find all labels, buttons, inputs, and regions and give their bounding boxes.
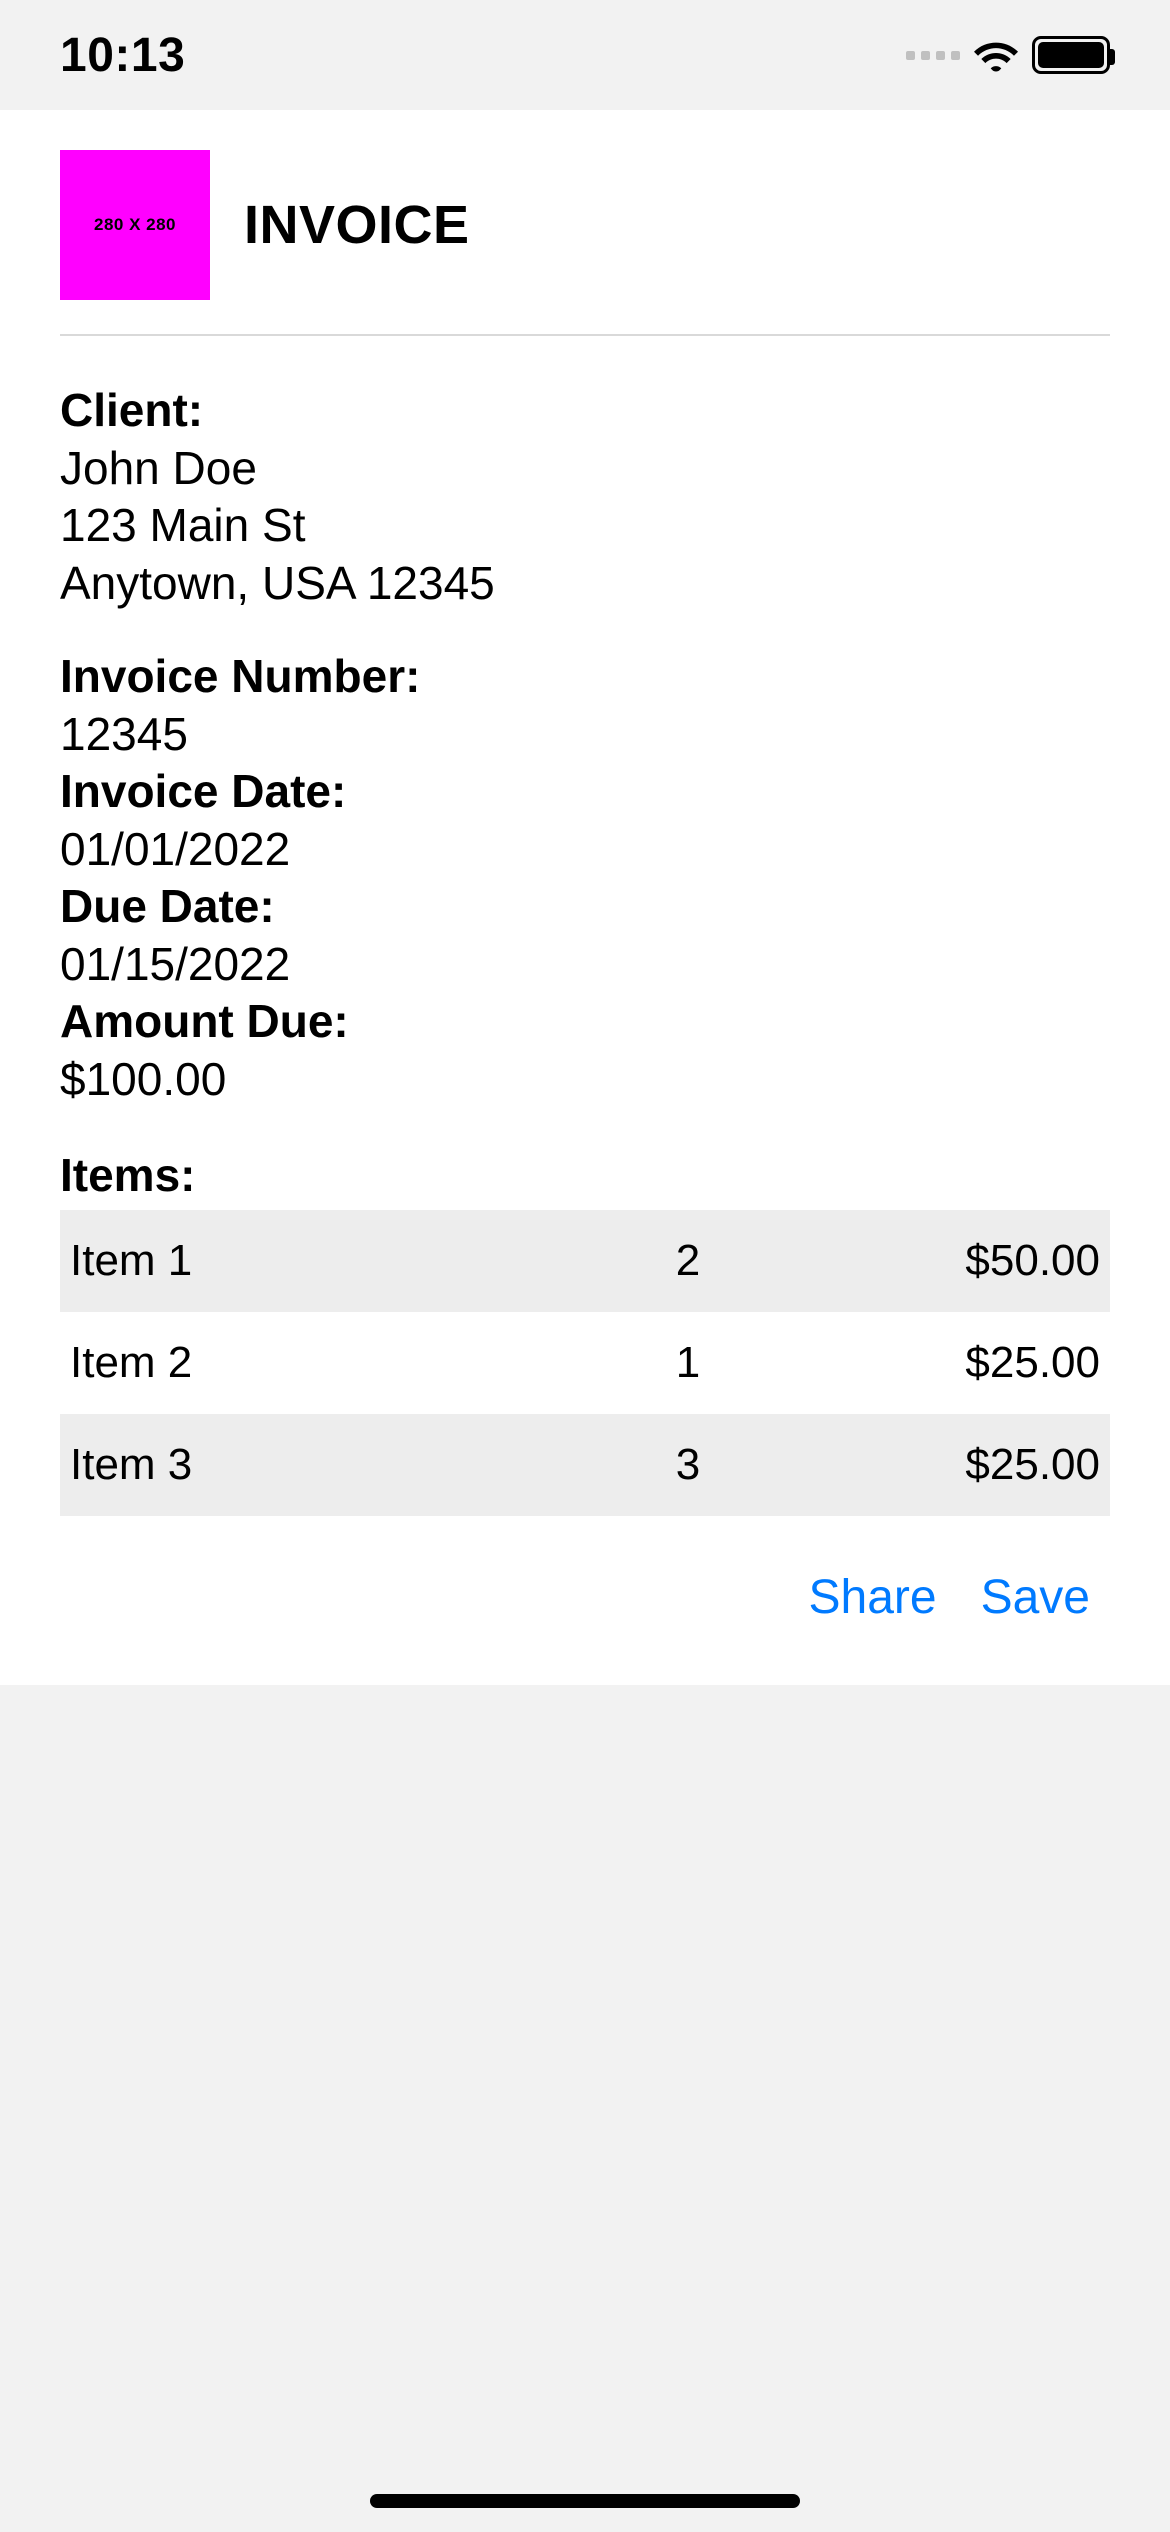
- item-qty: 3: [585, 1440, 791, 1490]
- client-name: John Doe: [60, 440, 1110, 498]
- table-row: Item 3 3 $25.00: [60, 1414, 1110, 1516]
- client-label: Client:: [60, 382, 1110, 440]
- cellular-dots-icon: [906, 51, 960, 60]
- items-table: Item 1 2 $50.00 Item 2 1 $25.00 Item 3 3…: [60, 1210, 1110, 1516]
- client-section: Client: John Doe 123 Main St Anytown, US…: [60, 382, 1110, 612]
- item-qty: 1: [585, 1338, 791, 1388]
- item-name: Item 1: [70, 1236, 585, 1286]
- battery-icon: [1032, 36, 1110, 74]
- page-title: INVOICE: [244, 194, 470, 256]
- items-heading: Items:: [60, 1148, 1110, 1202]
- item-price: $50.00: [791, 1236, 1100, 1286]
- table-row: Item 2 1 $25.00: [60, 1312, 1110, 1414]
- item-price: $25.00: [791, 1338, 1100, 1388]
- invoice-card: 280 X 280 INVOICE Client: John Doe 123 M…: [0, 110, 1170, 1685]
- invoice-header: 280 X 280 INVOICE: [60, 150, 1110, 336]
- amount-due-label: Amount Due:: [60, 993, 1110, 1051]
- home-indicator: [370, 2494, 800, 2508]
- item-name: Item 3: [70, 1440, 585, 1490]
- amount-due-value: $100.00: [60, 1051, 1110, 1109]
- item-price: $25.00: [791, 1440, 1100, 1490]
- logo-placeholder: 280 X 280: [60, 150, 210, 300]
- actions-row: Share Save: [60, 1570, 1110, 1625]
- item-name: Item 2: [70, 1338, 585, 1388]
- logo-placeholder-text: 280 X 280: [94, 215, 176, 235]
- table-row: Item 1 2 $50.00: [60, 1210, 1110, 1312]
- due-date-label: Due Date:: [60, 878, 1110, 936]
- invoice-number-label: Invoice Number:: [60, 648, 1110, 706]
- status-indicators: [906, 36, 1110, 74]
- share-button[interactable]: Share: [809, 1570, 937, 1625]
- invoice-number-value: 12345: [60, 706, 1110, 764]
- item-qty: 2: [585, 1236, 791, 1286]
- invoice-date-label: Invoice Date:: [60, 763, 1110, 821]
- invoice-meta: Invoice Number: 12345 Invoice Date: 01/0…: [60, 648, 1110, 1108]
- save-button[interactable]: Save: [981, 1570, 1090, 1625]
- wifi-icon: [974, 38, 1018, 72]
- status-bar: 10:13: [0, 0, 1170, 110]
- invoice-date-value: 01/01/2022: [60, 821, 1110, 879]
- client-city: Anytown, USA 12345: [60, 555, 1110, 613]
- due-date-value: 01/15/2022: [60, 936, 1110, 994]
- status-time: 10:13: [60, 28, 185, 83]
- client-street: 123 Main St: [60, 497, 1110, 555]
